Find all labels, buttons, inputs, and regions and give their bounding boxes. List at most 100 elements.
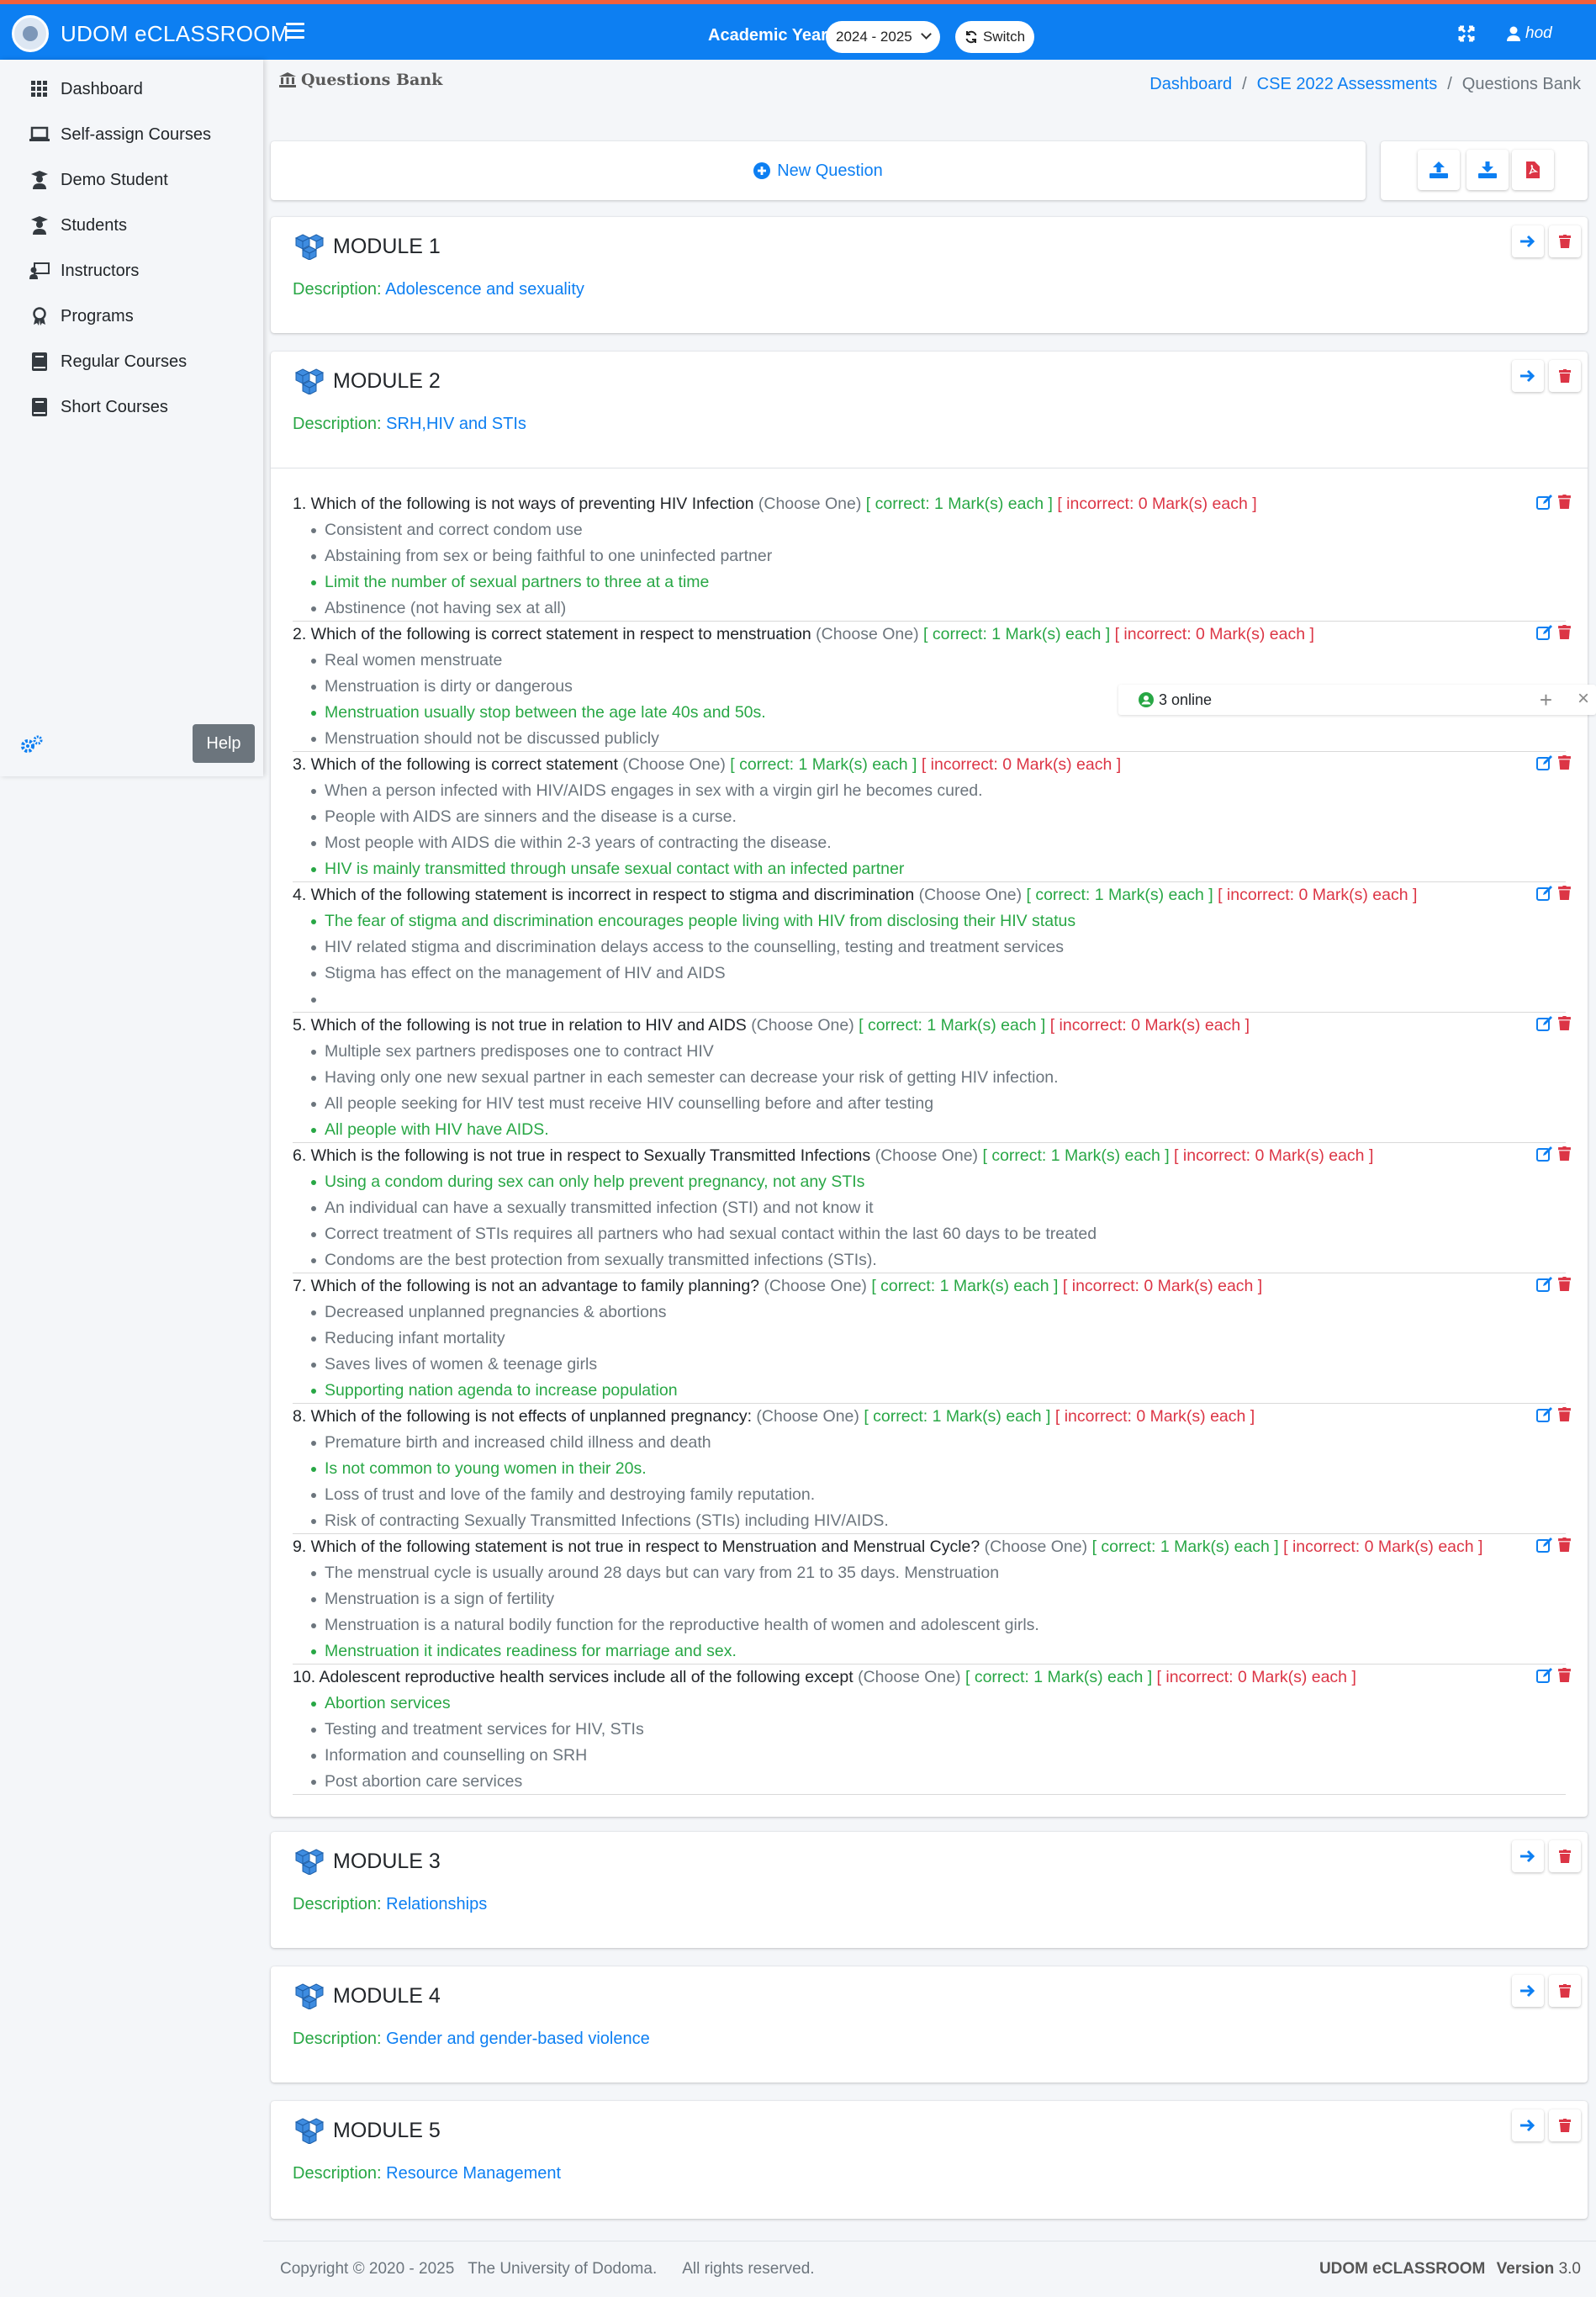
description-value[interactable]: Resource Management	[386, 2164, 561, 2183]
new-question-button[interactable]: New Question	[753, 161, 883, 181]
gears-icon[interactable]	[20, 734, 44, 754]
question-type: (Choose One)	[875, 1146, 979, 1165]
switch-button[interactable]: Switch	[955, 21, 1034, 53]
open-module-button[interactable]	[1512, 1840, 1544, 1872]
option-list: When a person infected with HIV/AIDS eng…	[293, 778, 1566, 882]
cubes-icon	[294, 234, 325, 260]
trash-icon[interactable]	[1558, 1407, 1571, 1421]
module-header[interactable]: MODULE 5	[294, 2117, 441, 2144]
module-description: Description: Resource Management	[293, 2164, 561, 2183]
expand-widget-icon[interactable]: +	[1540, 687, 1552, 713]
trash-icon[interactable]	[1558, 1016, 1571, 1030]
download-button[interactable]	[1467, 150, 1509, 190]
sidebar-item-programs[interactable]: Programs	[0, 294, 263, 339]
question-item: 8. Which of the following is not effects…	[293, 1404, 1571, 1534]
edit-icon[interactable]	[1536, 886, 1553, 901]
incorrect-marks: [ incorrect: 0 Mark(s) each ]	[1156, 1668, 1356, 1686]
footer-copyright: Copyright © 2020 - 2025 The University o…	[280, 2260, 815, 2278]
sidebar-item-dashboard[interactable]: Dashboard	[0, 66, 263, 112]
option-item: All people seeking for HIV test must rec…	[293, 1091, 1566, 1117]
sidebar-item-demo-student[interactable]: Demo Student	[0, 157, 263, 203]
module-header[interactable]: MODULE 3	[294, 1848, 441, 1875]
edit-icon[interactable]	[1536, 1277, 1553, 1292]
copyright-text: Copyright © 2020 - 2025	[280, 2260, 455, 2278]
close-icon[interactable]: ×	[1578, 687, 1589, 711]
expand-icon[interactable]	[1458, 25, 1475, 42]
trash-icon[interactable]	[1558, 886, 1571, 900]
question-text: 6. Which is the following is not true in…	[293, 1146, 871, 1165]
module-header[interactable]: MODULE 4	[294, 1982, 441, 2009]
help-button[interactable]: Help	[193, 724, 255, 763]
edit-icon[interactable]	[1536, 1538, 1553, 1553]
edit-icon[interactable]	[1536, 1016, 1553, 1031]
option-item: An individual can have a sexually transm…	[293, 1195, 1566, 1221]
academic-year-select[interactable]: 2024 - 2025	[826, 21, 940, 53]
menu-icon[interactable]	[286, 23, 304, 39]
award-icon	[29, 306, 50, 326]
description-label: Description:	[293, 280, 382, 299]
edit-icon[interactable]	[1536, 1146, 1553, 1162]
correct-marks: [ correct: 1 Mark(s) each ]	[923, 625, 1111, 643]
sidebar-item-short-courses[interactable]: Short Courses	[0, 384, 263, 430]
edit-icon[interactable]	[1536, 495, 1553, 510]
trash-icon[interactable]	[1558, 755, 1571, 770]
module-header[interactable]: MODULE 2	[294, 368, 441, 394]
trash-icon[interactable]	[1558, 625, 1571, 639]
breadcrumb-dashboard[interactable]: Dashboard	[1149, 75, 1232, 94]
delete-module-button[interactable]	[1549, 225, 1581, 257]
module-description: Description: SRH,HIV and STIs	[293, 415, 526, 434]
breadcrumb-assessments[interactable]: CSE 2022 Assessments	[1257, 75, 1438, 94]
open-module-button[interactable]	[1512, 360, 1544, 392]
pdf-export-button[interactable]	[1512, 150, 1554, 190]
sidebar-item-self-assign-courses[interactable]: Self-assign Courses	[0, 112, 263, 157]
edit-icon[interactable]	[1536, 1407, 1553, 1422]
trash-icon[interactable]	[1558, 495, 1571, 509]
breadcrumb: Dashboard / CSE 2022 Assessments / Quest…	[1149, 75, 1581, 94]
org-name[interactable]: The University of Dodoma.	[468, 2260, 657, 2278]
description-value[interactable]: SRH,HIV and STIs	[386, 415, 526, 433]
open-module-button[interactable]	[1512, 1975, 1544, 2007]
description-value[interactable]: Gender and gender-based violence	[386, 2030, 650, 2048]
online-users-widget[interactable]: 3 online + ×	[1118, 685, 1596, 715]
question-line: 9. Which of the following statement is n…	[293, 1534, 1566, 1560]
brand-logo	[12, 15, 49, 52]
delete-module-button[interactable]	[1549, 360, 1581, 392]
sidebar-item-instructors[interactable]: Instructors	[0, 248, 263, 294]
correct-marks: [ correct: 1 Mark(s) each ]	[859, 1016, 1046, 1035]
description-value[interactable]: Adolescence and sexuality	[385, 280, 584, 299]
question-actions	[1536, 886, 1571, 901]
option-item: Saves lives of women & teenage girls	[293, 1352, 1566, 1378]
brand[interactable]: UDOM eCLASSROOM	[12, 14, 289, 53]
description-value[interactable]: Relationships	[386, 1895, 487, 1913]
trash-icon[interactable]	[1558, 1668, 1571, 1682]
sidebar-item-students[interactable]: Students	[0, 203, 263, 248]
module-header[interactable]: MODULE 1	[294, 233, 441, 260]
user-menu[interactable]: hod	[1507, 24, 1552, 43]
arrow-right-icon	[1520, 369, 1535, 383]
trash-icon	[1559, 369, 1571, 383]
trash-icon[interactable]	[1558, 1538, 1571, 1552]
edit-icon[interactable]	[1536, 625, 1553, 640]
open-module-button[interactable]	[1512, 225, 1544, 257]
delete-module-button[interactable]	[1549, 2109, 1581, 2141]
trash-icon[interactable]	[1558, 1146, 1571, 1161]
question-actions	[1536, 625, 1571, 640]
upload-icon	[1430, 161, 1448, 178]
question-type: (Choose One)	[622, 755, 726, 774]
correct-marks: [ correct: 1 Mark(s) each ]	[964, 1668, 1153, 1686]
sync-icon	[965, 30, 977, 44]
delete-module-button[interactable]	[1549, 1975, 1581, 2007]
edit-icon[interactable]	[1536, 1668, 1553, 1683]
trash-icon[interactable]	[1558, 1277, 1571, 1291]
sidebar-item-regular-courses[interactable]: Regular Courses	[0, 339, 263, 384]
edit-icon[interactable]	[1536, 755, 1553, 770]
question-actions	[1536, 755, 1571, 770]
brand-name: UDOM eCLASSROOM	[61, 20, 289, 46]
upload-button[interactable]	[1418, 150, 1460, 190]
delete-module-button[interactable]	[1549, 1840, 1581, 1872]
new-question-card: New Question	[271, 141, 1366, 200]
trash-icon	[1559, 1984, 1571, 1998]
user-circle-icon	[1139, 692, 1154, 707]
open-module-button[interactable]	[1512, 2109, 1544, 2141]
sidebar-item-label: Instructors	[61, 261, 140, 280]
